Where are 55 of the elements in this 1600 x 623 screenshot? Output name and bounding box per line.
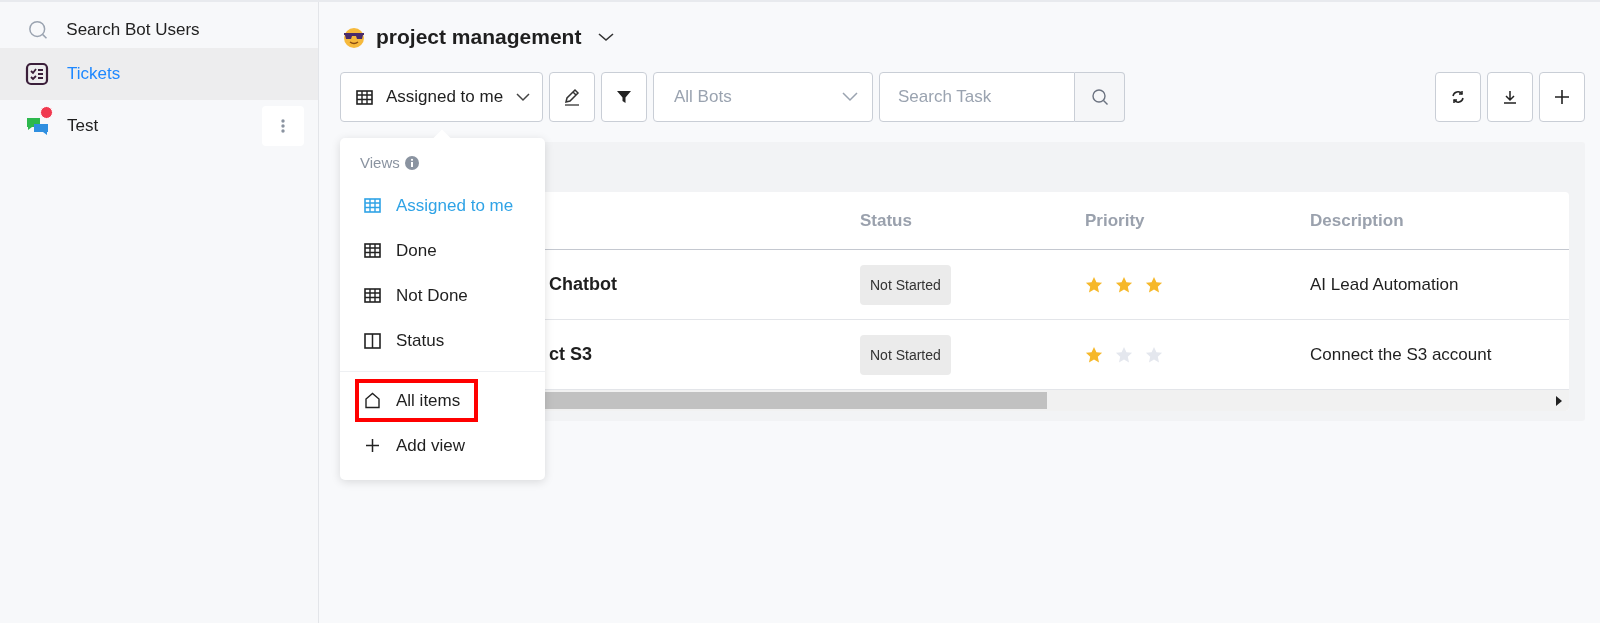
- menu-item[interactable]: Status: [340, 318, 545, 363]
- column-header: Status: [859, 210, 913, 231]
- star-icon: [1085, 345, 1103, 364]
- home-icon: [364, 392, 381, 409]
- vertical-dots-icon: [281, 118, 285, 134]
- status-badge: Not Started: [860, 264, 951, 305]
- sunglasses-face-icon: [342, 25, 366, 49]
- project-title: project management: [376, 25, 582, 49]
- table-cell: Chatbot: [549, 274, 617, 294]
- edit-button[interactable]: [549, 72, 595, 122]
- menu-item[interactable]: All items: [354, 378, 479, 423]
- view-dropdown-button[interactable]: Assigned to me: [340, 72, 543, 122]
- star-icon: [1115, 345, 1133, 364]
- table-icon: [364, 243, 381, 258]
- star-icon: [1145, 345, 1163, 364]
- columns-icon: [364, 332, 381, 349]
- star-icon: [1085, 275, 1103, 294]
- scroll-right-arrow-icon[interactable]: [1556, 395, 1562, 406]
- pencil-icon: [562, 87, 582, 107]
- menu-item[interactable]: Add view: [340, 423, 545, 468]
- search-icon: [28, 19, 49, 41]
- column-header: Priority: [1084, 210, 1146, 231]
- table-icon: [364, 198, 381, 213]
- plus-icon: [1553, 88, 1571, 106]
- status-badge: Not Started: [860, 334, 951, 375]
- bot-dropdown[interactable]: All Bots: [653, 72, 873, 122]
- star-icon: [1145, 275, 1163, 294]
- table-cell: ct S3: [549, 344, 593, 364]
- refresh-icon: [1450, 89, 1466, 105]
- table-cell-text: AI Lead Automation: [1309, 274, 1460, 295]
- menu-item[interactable]: Done: [340, 228, 545, 273]
- refresh-button[interactable]: [1435, 72, 1481, 122]
- bot-select-field[interactable]: All Bots: [672, 86, 836, 108]
- add-button[interactable]: [1539, 72, 1585, 122]
- info-icon: [404, 155, 419, 170]
- filter-icon: [616, 89, 632, 105]
- table-icon: [356, 89, 373, 105]
- table-cell-text: Connect the S3 account: [1309, 344, 1493, 365]
- download-icon: [1502, 89, 1518, 105]
- chevron-down-icon: [516, 92, 530, 102]
- chevron-down-icon: [842, 92, 858, 102]
- checklist-icon: [25, 62, 49, 86]
- plus-icon: [364, 437, 381, 454]
- star-icon: [1115, 275, 1133, 294]
- table-icon: [364, 288, 381, 303]
- download-button[interactable]: [1487, 72, 1533, 122]
- sidebar-item[interactable]: Test: [0, 100, 318, 152]
- menu-heading: Views: [360, 154, 400, 171]
- column-header: Description: [1309, 210, 1405, 231]
- menu-item[interactable]: Not Done: [340, 273, 545, 318]
- task-search-field[interactable]: Search Task: [879, 72, 1075, 122]
- search-icon: [1090, 88, 1109, 106]
- filter-button[interactable]: [601, 72, 647, 122]
- search-field[interactable]: Search Bot Users: [64, 19, 290, 41]
- chevron-down-icon[interactable]: [597, 31, 616, 43]
